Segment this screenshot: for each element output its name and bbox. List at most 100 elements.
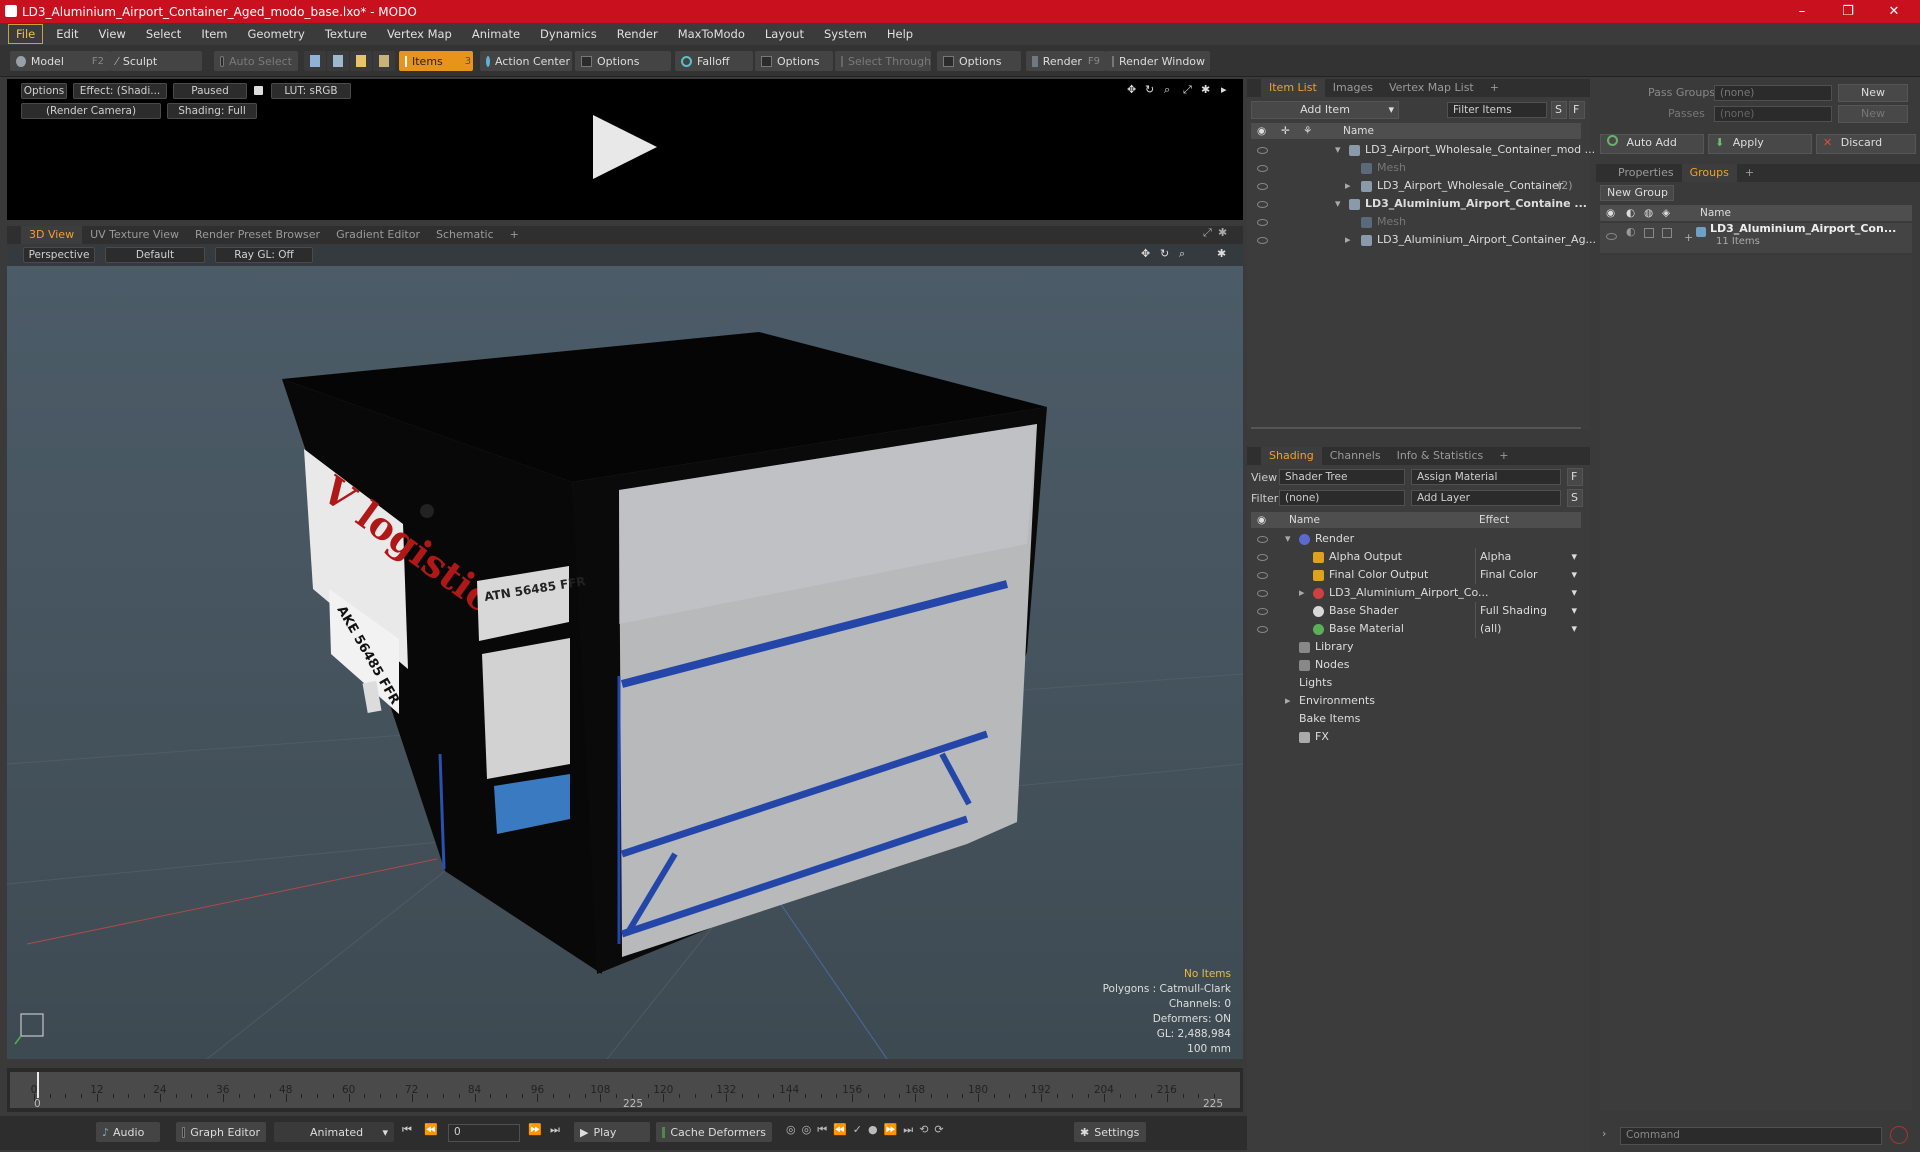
expand-icon[interactable]: ▸ <box>1345 231 1351 249</box>
3d-viewport[interactable]: V logistics AKE 56485 FFR ATN 56485 FFR <box>7 244 1243 1059</box>
menu-file[interactable]: File <box>8 24 44 44</box>
eye-icon[interactable] <box>1257 183 1268 190</box>
filter-f-button[interactable]: F <box>1569 101 1585 119</box>
eye-icon[interactable] <box>1257 147 1268 154</box>
tab-properties[interactable]: Properties <box>1610 164 1682 182</box>
preview-move-icon[interactable]: ✥ <box>1127 83 1136 96</box>
preview-shading-dropdown[interactable]: Shading: Full <box>167 103 257 119</box>
lock-toggle-icon[interactable] <box>1644 228 1654 238</box>
edge-select-button[interactable] <box>327 51 349 71</box>
viewport-rotate-icon[interactable]: ↻ <box>1160 247 1169 260</box>
preview-gear-icon[interactable]: ✱ <box>1201 83 1210 96</box>
tab-info-statistics[interactable]: Info & Statistics <box>1389 447 1492 465</box>
add-tab-button[interactable]: + <box>1491 447 1516 465</box>
eye-icon[interactable] <box>1257 572 1268 579</box>
discard-button[interactable]: ✕ Discard <box>1816 134 1916 154</box>
add-item-dropdown[interactable]: Add Item ▾ <box>1251 101 1399 119</box>
eye-icon[interactable] <box>1257 536 1268 543</box>
shader-row[interactable]: FX <box>1251 728 1581 746</box>
add-tab-button[interactable]: + <box>1482 79 1507 97</box>
menu-select[interactable]: Select <box>139 25 188 43</box>
tab-schematic[interactable]: Schematic <box>428 226 502 244</box>
maximize-icon[interactable]: ❐ <box>1826 0 1870 23</box>
add-tab-button[interactable]: + <box>502 226 527 244</box>
animated-dropdown[interactable]: Animated ▾ <box>274 1122 394 1142</box>
item-row[interactable]: Mesh <box>1251 159 1581 177</box>
render-toggle-icon[interactable]: ◐ <box>1626 223 1636 241</box>
effect-dropdown[interactable]: Alpha ▾ <box>1475 548 1579 566</box>
pass-groups-dropdown[interactable]: (none) <box>1714 85 1832 101</box>
timeline[interactable]: 0 12 24 36 48 60 72 84 96 108 120 132 144 156 168 180 19… <box>7 1068 1243 1112</box>
action-center-button[interactable]: Action Center <box>480 51 572 71</box>
preview-arrow-icon[interactable]: ▸ <box>1221 83 1227 96</box>
settings-button[interactable]: ✱ Settings <box>1074 1122 1146 1142</box>
eye-icon[interactable] <box>1257 201 1268 208</box>
shader-row[interactable]: Bake Items <box>1251 710 1581 728</box>
lock-icon[interactable] <box>254 86 263 95</box>
passes-dropdown[interactable]: (none) <box>1714 106 1832 122</box>
effect-dropdown[interactable]: Full Shading ▾ <box>1475 602 1579 620</box>
viewport-move-icon[interactable]: ✥ <box>1141 247 1150 260</box>
expand-icon[interactable]: + <box>1684 229 1693 247</box>
render-button[interactable]: Render F9 <box>1026 51 1106 71</box>
item-row[interactable]: Mesh <box>1251 213 1581 231</box>
perspective-dropdown[interactable]: Perspective <box>23 247 95 263</box>
item-row[interactable]: ▸ LD3_Airport_Wholesale_Container (2) <box>1251 177 1581 195</box>
tab-render-preset-browser[interactable]: Render Preset Browser <box>187 226 328 244</box>
tab-groups[interactable]: Groups <box>1681 164 1737 182</box>
graph-editor-button[interactable]: Graph Editor <box>176 1122 266 1142</box>
last-frame-icon[interactable]: ⏭ <box>550 1123 560 1137</box>
auto-select-button[interactable]: Auto Select <box>214 51 298 71</box>
filter-s-button[interactable]: S <box>1551 101 1567 119</box>
tab-channels[interactable]: Channels <box>1322 447 1389 465</box>
falloff-options-button[interactable]: Options <box>755 51 833 71</box>
next-key-icon[interactable]: ⏩ <box>528 1123 542 1136</box>
shader-row[interactable]: Nodes <box>1251 656 1581 674</box>
expand-icon[interactable]: ▸ <box>1285 692 1291 710</box>
polygon-select-button[interactable] <box>350 51 372 71</box>
menu-texture[interactable]: Texture <box>318 25 374 43</box>
expand-icon[interactable]: ▸ <box>1299 584 1305 602</box>
assign-material-button[interactable]: Assign Material <box>1411 469 1561 485</box>
model-mode-button[interactable]: Model F2 <box>10 51 110 71</box>
preview-camera-dropdown[interactable]: (Render Camera) <box>21 103 161 119</box>
key-tools-icon[interactable]: ◎◎⏮⏪✓●⏩⏭⟲⟳ <box>786 1123 950 1137</box>
auto-add-button[interactable]: Auto Add <box>1600 134 1704 154</box>
shader-row[interactable]: Lights <box>1251 674 1581 692</box>
minimize-icon[interactable]: – <box>1780 0 1824 23</box>
shader-row[interactable]: Final Color Output Final Color ▾ <box>1251 566 1581 584</box>
shader-row[interactable]: Library <box>1251 638 1581 656</box>
eye-icon[interactable] <box>1257 237 1268 244</box>
shader-row[interactable]: ▸ LD3_Aluminium_Airport_Co... ▾ <box>1251 584 1581 602</box>
sculpt-mode-button[interactable]: ⁄ Sculpt <box>110 51 202 71</box>
preview-options-button[interactable]: Options <box>21 83 67 99</box>
eye-icon[interactable] <box>1257 165 1268 172</box>
viewport-settings-icon[interactable]: ✱ <box>1218 226 1227 239</box>
preview-expand-icon[interactable]: ⤢ <box>1183 83 1192 97</box>
effect-dropdown[interactable]: (all) ▾ <box>1475 620 1579 638</box>
close-icon[interactable]: ✕ <box>1872 0 1916 23</box>
eye-icon[interactable] <box>1257 626 1268 633</box>
eye-icon[interactable] <box>1606 233 1617 240</box>
menu-help[interactable]: Help <box>880 25 920 43</box>
current-frame-marker[interactable] <box>37 1072 39 1098</box>
default-style-dropdown[interactable]: Default <box>105 247 205 263</box>
shading-f-button[interactable]: F <box>1567 468 1583 486</box>
item-row[interactable]: ▾ LD3_Airport_Wholesale_Container_mod ... <box>1251 141 1595 159</box>
material-select-button[interactable] <box>373 51 395 71</box>
menu-geometry[interactable]: Geometry <box>241 25 312 43</box>
preview-lut-dropdown[interactable]: LUT: sRGB <box>271 83 351 99</box>
filter-dropdown[interactable]: (none) <box>1279 490 1405 506</box>
new-pass-group-button[interactable]: New <box>1838 84 1908 102</box>
audio-button[interactable]: ♪ Audio <box>96 1122 160 1142</box>
menu-maxtomodo[interactable]: MaxToModo <box>671 25 752 43</box>
action-center-options-button[interactable]: Options <box>575 51 671 71</box>
play-icon[interactable] <box>593 115 657 179</box>
shader-row[interactable]: ▸ Environments <box>1251 692 1581 710</box>
frame-input[interactable]: 0 <box>448 1124 520 1142</box>
vertex-select-button[interactable] <box>304 51 326 71</box>
add-tab-button[interactable]: + <box>1737 164 1762 182</box>
menu-system[interactable]: System <box>817 25 874 43</box>
select-toggle-icon[interactable] <box>1662 228 1672 238</box>
render-window-button[interactable]: Render Window <box>1106 51 1210 71</box>
